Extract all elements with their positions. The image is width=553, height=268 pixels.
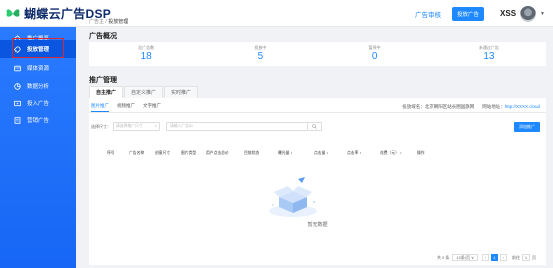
breadcrumb-current: 投放管理 <box>108 19 129 25</box>
size-select[interactable]: 请选择推广尺寸 ∨ <box>113 122 160 131</box>
sidebar-item-marketing[interactable]: 营销广告 <box>0 111 76 129</box>
sidebar-item-label: 媒体资源 <box>27 66 50 72</box>
ad-id-placeholder: 请输入广告ID <box>170 124 193 128</box>
highlight-frame <box>12 38 64 58</box>
search-button[interactable] <box>308 122 322 131</box>
column-header[interactable]: 花费（元） ↕ <box>380 151 402 156</box>
page-number[interactable]: 1 <box>491 254 498 261</box>
domain-info: 投放域名：北京朝阳区站长圈国旗网 网站地址：http://XXXX.cloud <box>402 104 540 110</box>
table-header: 序号 广告名称 创意尺寸 图片类型 用户点击总价 目前状态 曝光量 ↕ 点击量 … <box>89 148 546 158</box>
tab-custom-promotion[interactable]: 自定义推广 <box>124 86 164 98</box>
top-header: 蝴蝶云广告DSP 广告审核 投放广告 XSS ▼ <box>0 0 553 27</box>
column-header[interactable]: 曝光量 ↕ <box>278 151 292 156</box>
ad-id-search-input[interactable]: 请输入广告ID <box>166 122 308 131</box>
tab-self-promotion[interactable]: 自主推广 <box>89 86 124 98</box>
tab-realtime-promotion[interactable]: 实时推广 <box>164 86 199 98</box>
pagination: 共 0 条 10条/页 ∨ ‹ 1 › 前往 1 页 <box>437 254 536 261</box>
column-header[interactable]: 点击量 ↕ <box>314 151 328 156</box>
domain-label: 投放域名： <box>402 104 425 109</box>
goto-suffix: 页 <box>532 254 536 260</box>
chevron-down-icon[interactable]: ▼ <box>540 11 545 17</box>
tab-image-promotion[interactable]: 图片推广 <box>91 103 109 112</box>
stat-total-ads: 总广告数 18 <box>89 42 203 66</box>
stat-active: 投放中 5 <box>203 42 317 66</box>
sidebar-item-label: 数据分析 <box>27 84 50 90</box>
column-header: 目前状态 <box>244 151 260 155</box>
column-header: 广告名称 <box>129 151 145 155</box>
search-icon <box>312 124 317 129</box>
sidebar-item-label: 营销广告 <box>27 118 50 124</box>
column-header: 序号 <box>107 151 115 155</box>
pagination-total: 共 0 条 <box>436 254 450 260</box>
avatar[interactable] <box>520 5 537 22</box>
chevron-down-icon: ∨ <box>154 124 157 128</box>
chart-icon <box>14 82 21 90</box>
column-header: 用户点击总价 <box>206 151 229 155</box>
page-size-value: 10条/页 <box>456 255 470 260</box>
sidebar-item-label: 投入广告 <box>27 101 50 107</box>
filter-row: 选择尺寸： 请选择推广尺寸 ∨ 请输入广告ID <box>91 122 322 131</box>
column-header: 操作 <box>417 151 425 155</box>
column-header[interactable]: 点击率 ↕ <box>347 151 361 156</box>
add-promotion-button[interactable]: 添加推广 <box>514 122 540 132</box>
main-tabs: 自主推广 自定义推广 实时推广 <box>89 86 199 98</box>
stat-value: 13 <box>483 51 495 62</box>
domain-value: 北京朝阳区站长圈国旗网 <box>424 104 475 109</box>
site-link[interactable]: http://XXXX.cloud <box>505 104 540 109</box>
sidebar-item-analytics[interactable]: 数据分析 <box>0 77 76 95</box>
next-page-button[interactable]: › <box>500 254 507 261</box>
media-icon <box>14 65 21 72</box>
sidebar-item-media[interactable]: 媒体资源 <box>0 59 76 77</box>
stat-rejected: 未通过广告 13 <box>432 42 546 66</box>
stat-value: 0 <box>371 51 378 62</box>
doc-icon <box>14 116 21 124</box>
stat-paused: 暂停中 0 <box>318 42 432 66</box>
goto-page-input[interactable]: 1 <box>522 254 530 261</box>
promotion-title: 推广管理 <box>89 77 117 84</box>
sidebar-item-ads[interactable]: 投入广告 <box>0 94 76 112</box>
stat-value: 5 <box>257 51 264 62</box>
promotion-panel: 图片推广 视频推广 文字推广 投放域名：北京朝阳区站长圈国旗网 网站地址：http… <box>89 98 546 265</box>
breadcrumb: 广告主 / 投放管理 <box>89 18 128 25</box>
sub-tabs: 图片推广 视频推广 文字推广 <box>91 103 169 112</box>
empty-state-text: 暂无数据 <box>307 222 328 228</box>
size-filter-label: 选择尺寸： <box>91 123 111 129</box>
ad-review-link[interactable]: 广告审核 <box>415 9 441 19</box>
tab-video-promotion[interactable]: 视频推广 <box>117 103 135 112</box>
place-ad-button[interactable]: 投放广告 <box>452 6 485 21</box>
divider <box>89 112 546 113</box>
site-link-label: 网站地址： <box>482 104 505 109</box>
breadcrumb-root[interactable]: 广告主 <box>89 19 104 25</box>
size-select-placeholder: 请选择推广尺寸 <box>116 124 143 128</box>
stat-value: 18 <box>140 51 152 62</box>
goto-prefix: 前往 <box>512 254 520 260</box>
page-size-select[interactable]: 10条/页 ∨ <box>452 254 478 261</box>
empty-box-illustration <box>265 175 321 219</box>
sidebar: 推广概览 投放管理 媒体资源 数据分析 投入广告 营销广告 <box>0 27 76 268</box>
tab-text-promotion[interactable]: 文字推广 <box>143 103 161 112</box>
ad-icon <box>14 100 21 107</box>
butterfly-icon <box>5 7 21 21</box>
column-header: 图片类型 <box>181 151 197 155</box>
column-header: 创意尺寸 <box>155 151 171 155</box>
overview-stats: 总广告数 18 投放中 5 暂停中 0 未通过广告 13 <box>89 42 546 66</box>
overview-title: 广告概况 <box>89 33 117 40</box>
user-name[interactable]: XSS <box>500 9 516 18</box>
prev-page-button[interactable]: ‹ <box>482 254 489 261</box>
breadcrumb-separator: / <box>105 19 107 25</box>
